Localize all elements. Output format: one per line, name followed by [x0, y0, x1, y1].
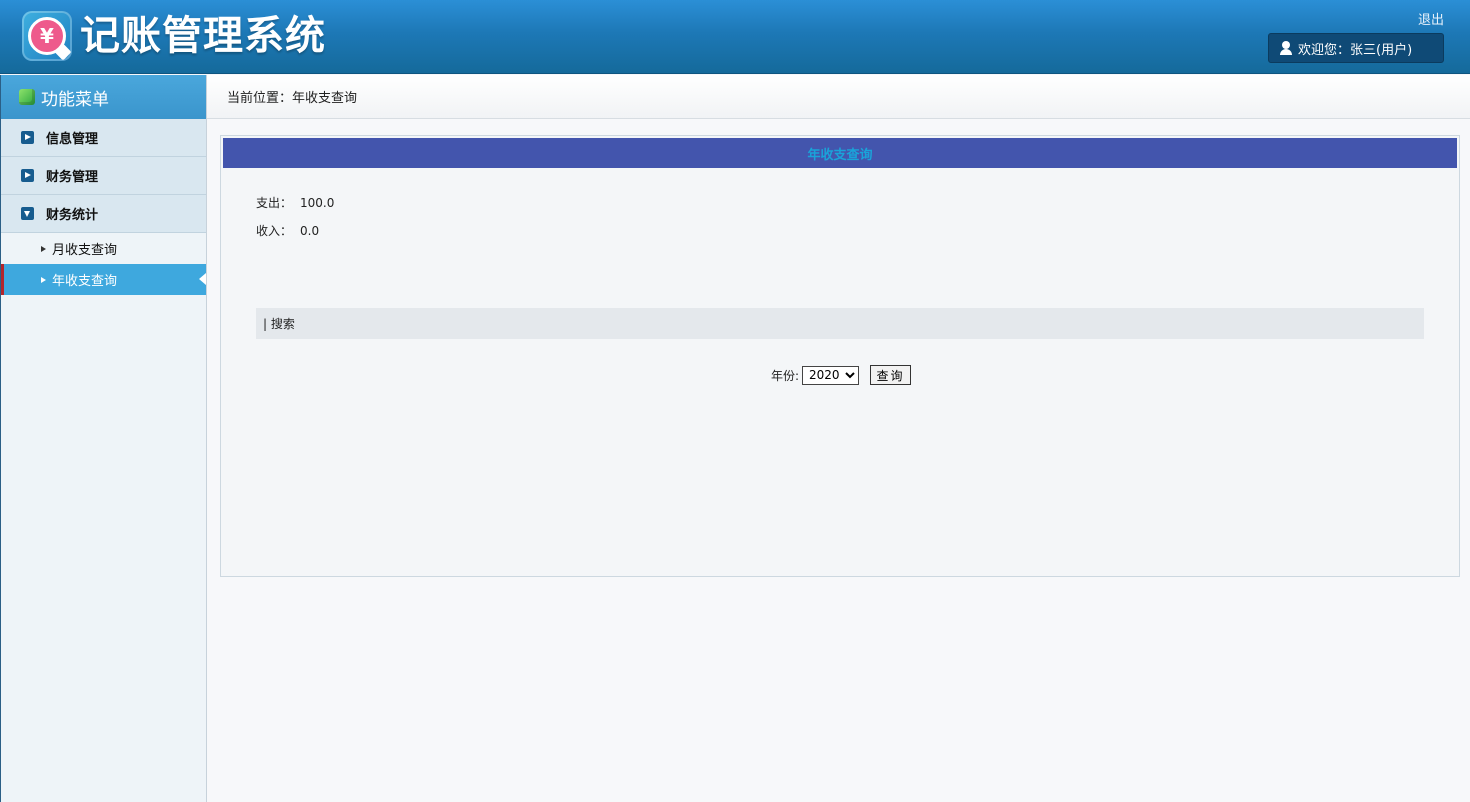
sidebar-item-yearly-query[interactable]: 年收支查询	[1, 264, 206, 295]
query-button[interactable]: 查询	[870, 365, 912, 385]
sidebar-group-label: 信息管理	[46, 132, 99, 147]
expand-arrow-icon	[21, 169, 34, 182]
user-icon	[1279, 41, 1293, 55]
income-value: 0.0	[300, 224, 320, 238]
breadcrumb: 当前位置：年收支查询	[207, 75, 1470, 119]
app-title: 记账管理系统	[80, 13, 326, 59]
sidebar-group-label: 财务管理	[46, 170, 99, 185]
menu-title: 功能菜单	[41, 89, 109, 110]
year-select[interactable]: 2020	[802, 365, 860, 385]
expense-stat: 支出： 100.0	[256, 194, 334, 211]
app-header: ¥ 记账管理系统 退出 欢迎您：张三(用户)	[0, 0, 1470, 74]
breadcrumb-text: 当前位置：年收支查询	[227, 91, 358, 106]
sidebar-group-label: 财务统计	[46, 208, 99, 223]
sidebar-item-label: 月收支查询	[52, 243, 118, 258]
sidebar-group-info-management[interactable]: 信息管理	[1, 119, 206, 157]
expand-arrow-icon	[21, 131, 34, 144]
collapse-arrow-icon	[21, 207, 34, 220]
welcome-text: 欢迎您：张三(用户)	[1298, 42, 1413, 58]
income-stat: 收入： 0.0	[256, 222, 319, 239]
sidebar-group-finance-management[interactable]: 财务管理	[1, 157, 206, 195]
app-logo: ¥ 记账管理系统	[22, 10, 326, 62]
sidebar-item-monthly-query[interactable]: 月收支查询	[1, 233, 206, 264]
search-header-label: | 搜索	[263, 317, 295, 331]
cube-icon	[19, 89, 35, 105]
year-label: 年份:	[770, 368, 800, 383]
panel-title: 年收支查询	[223, 138, 1457, 168]
logo-badge-icon: ¥	[22, 11, 72, 61]
sidebar-item-label: 年收支查询	[52, 274, 118, 289]
sidebar: 功能菜单 信息管理 财务管理 财务统计 月收支查询 年收支查询	[0, 75, 207, 802]
expense-label: 支出：	[256, 196, 293, 210]
welcome-badge: 欢迎您：张三(用户)	[1268, 33, 1444, 63]
bullet-arrow-icon	[41, 245, 46, 252]
yearly-query-panel: 年收支查询 支出： 100.0 收入： 0.0 | 搜索 年份: 2020 查询	[220, 135, 1460, 577]
menu-header: 功能菜单	[1, 75, 206, 119]
income-label: 收入：	[256, 224, 293, 238]
expense-value: 100.0	[300, 196, 335, 210]
bullet-arrow-icon	[41, 276, 46, 283]
search-section-header: | 搜索	[256, 308, 1424, 339]
search-form: 年份: 2020 查询	[221, 365, 1461, 385]
sidebar-group-finance-statistics[interactable]: 财务统计	[1, 195, 206, 233]
logout-link[interactable]: 退出	[1418, 9, 1444, 28]
